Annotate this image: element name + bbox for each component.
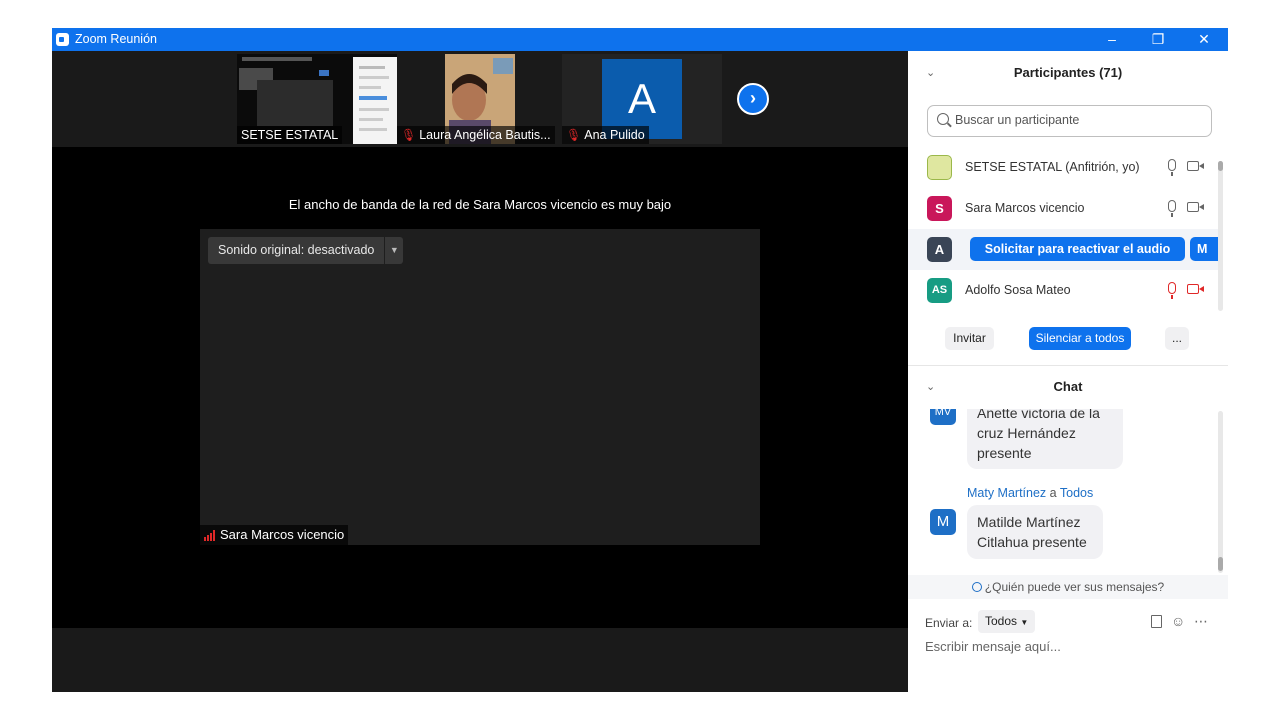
more-options-button[interactable]: M [1190,237,1220,261]
poor-signal-icon [204,529,216,541]
invite-button[interactable]: Invitar [945,327,994,350]
next-page-button[interactable]: › [737,83,769,115]
video-thumbnail-strip: SETSE ESTATAL 🎙︎ Laura Angélica Bautis...… [52,51,908,147]
more-options-icon[interactable]: ⋯ [1194,613,1208,630]
participant-name: SETSE ESTATAL [237,126,343,144]
chat-message-input[interactable] [925,639,1215,654]
sender-avatar: M [930,509,956,535]
chat-header: ⌄ Chat [908,365,1228,409]
mute-all-button[interactable]: Silenciar a todos [1029,327,1131,350]
emoji-icon[interactable]: ☺ [1171,613,1185,629]
title-bar: Zoom Reunión – ❐ ✕ [52,28,1228,51]
search-icon [937,113,949,125]
close-button[interactable]: ✕ [1181,28,1227,51]
message-line: cruz Hernández [977,425,1076,441]
speaker-name: Sara Marcos vicencio [220,527,345,542]
video-thumbnail[interactable]: 🎙︎ Laura Angélica Bautis... [397,54,557,144]
active-speaker-video[interactable]: Sonido original: desactivado ▼ Sara Marc… [200,229,760,545]
speaker-name-label: Sara Marcos vicencio [200,525,349,545]
participant-avatar: S [927,196,952,221]
participant-row[interactable]: AS Adolfo Sosa Mateo [908,270,1220,311]
chat-bubble: Anette victoria de la cruz Hernández pre… [967,409,1123,469]
muted-mic-icon[interactable] [1168,282,1176,299]
bandwidth-notice: El ancho de banda de la red de Sara Marc… [288,197,672,212]
sender-name[interactable]: Maty Martínez [967,486,1046,500]
muted-mic-icon: 🎙︎ [401,128,417,142]
participant-name: Sara Marcos vicencio [965,201,1085,215]
send-to-label: Enviar a: [925,616,973,630]
camera-off-icon[interactable] [1187,284,1204,294]
chevron-down-icon[interactable]: ▼ [385,237,404,264]
camera-icon[interactable] [1187,161,1204,171]
message-line: Matilde Martínez [977,514,1081,530]
participant-row[interactable]: A Solicitar para reactivar el audio M [908,229,1220,270]
chevron-down-icon: ▼ [1020,618,1029,627]
participant-name: Ana Pulido [584,128,645,142]
participants-header: ⌄ Participantes (71) [908,51,1228,95]
window-title: Zoom Reunión [75,32,157,46]
mic-icon[interactable] [1168,159,1176,176]
request-unmute-button[interactable]: Solicitar para reactivar el audio [970,237,1185,261]
chat-sender-line: Maty Martínez a Todos [967,486,1093,500]
person-eye-icon [971,582,982,592]
participant-name: Adolfo Sosa Mateo [965,283,1071,297]
message-line: Anette victoria de la [977,409,1100,421]
camera-icon[interactable] [1187,202,1204,212]
message-line: Citlahua presente [977,534,1087,550]
meeting-area: SETSE ESTATAL 🎙︎ Laura Angélica Bautis...… [52,51,908,692]
send-to-value: Todos [985,614,1018,628]
participant-scrollbar[interactable] [1218,161,1223,311]
chat-bubble: Matilde Martínez Citlahua presente [967,505,1103,559]
message-line: presente [977,445,1032,461]
zoom-window: Zoom Reunión – ❐ ✕ SETSE ESTATAL 🎙︎ Laur… [52,28,1228,692]
host-logo-avatar [927,155,952,180]
chat-title: Chat [1053,379,1083,394]
file-icon[interactable] [1151,615,1162,628]
participant-name: SETSE ESTATAL (Anfitrión, yo) [965,160,1140,174]
chevron-right-icon: › [750,88,756,108]
participant-avatar: A [927,237,952,262]
participant-name-label: 🎙︎ Ana Pulido [562,126,649,144]
who-can-see-link[interactable]: ¿Quién puede ver sus mensajes? [908,575,1228,599]
more-button[interactable]: ... [1165,327,1189,350]
participant-search[interactable] [927,105,1212,137]
participant-list: SETSE ESTATAL (Anfitrión, yo) S Sara Mar… [908,147,1220,311]
original-sound-control[interactable]: Sonido original: desactivado ▼ [208,237,404,264]
chat-scrollbar[interactable] [1218,411,1223,573]
sender-connector: a [1049,486,1057,500]
who-can-see-label: ¿Quién puede ver sus mensajes? [984,580,1165,594]
recipient-name[interactable]: Todos [1060,486,1093,500]
participant-row[interactable]: S Sara Marcos vicencio [908,188,1220,229]
participants-title: Participantes (71) [1013,65,1123,80]
zoom-app-icon [56,33,69,46]
participant-name: Laura Angélica Bautis... [419,128,551,142]
video-thumbnail[interactable]: A 🎙︎ Ana Pulido [562,54,722,144]
mic-icon[interactable] [1168,200,1176,217]
send-to-dropdown[interactable]: Todos ▼ [978,610,1036,633]
muted-mic-icon: 🎙︎ [566,128,582,142]
sender-avatar: MV [930,409,956,425]
restore-button[interactable]: ❐ [1135,28,1181,51]
original-sound-button[interactable]: Sonido original: desactivado [208,237,385,264]
search-input[interactable] [955,113,1205,127]
participant-name-label: 🎙︎ Laura Angélica Bautis... [397,126,555,144]
video-thumbnail[interactable]: SETSE ESTATAL [237,54,397,144]
participant-avatar: AS [927,278,952,303]
chat-messages: MV Anette victoria de la cruz Hernández … [908,409,1220,575]
side-panel: ⌄ Participantes (71) SETSE ESTATAL (Anfi… [908,51,1228,692]
participant-row[interactable]: SETSE ESTATAL (Anfitrión, yo) [908,147,1220,188]
meeting-toolbar [52,628,908,692]
minimize-button[interactable]: – [1089,28,1135,51]
